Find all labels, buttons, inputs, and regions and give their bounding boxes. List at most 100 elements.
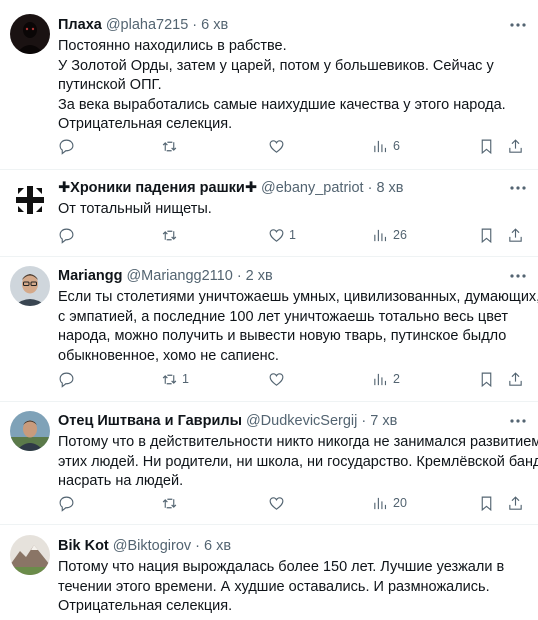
views-count: 20 xyxy=(393,496,407,510)
bookmark-icon xyxy=(481,496,492,511)
bookmark-icon xyxy=(481,372,492,387)
views-count: 6 xyxy=(393,139,400,153)
retweet-icon xyxy=(162,230,177,240)
retweet-count: 1 xyxy=(182,372,189,386)
separator-dot: · xyxy=(236,268,242,284)
views-button[interactable]: 2 xyxy=(372,369,400,389)
tweet[interactable]: ✚Хроники падения рашки✚ @ebany_patriot ·… xyxy=(0,170,538,257)
timestamp[interactable]: 7 хв xyxy=(370,412,397,430)
bookmark-icon xyxy=(481,228,492,243)
tweet-text: Потому что нация вырождалась более 150 л… xyxy=(58,558,504,617)
tweet[interactable]: Плаха @plaha7215 · 6 хв Постоянно находи… xyxy=(0,0,538,170)
more-options-icon[interactable] xyxy=(508,16,528,34)
avatar[interactable] xyxy=(10,535,50,575)
views-icon xyxy=(374,497,387,509)
heart-icon xyxy=(269,228,284,242)
tweet-text-line: народа, можно получить и вывести новую т… xyxy=(58,328,507,344)
separator-dot: · xyxy=(367,180,373,196)
more-options-icon[interactable] xyxy=(508,179,528,197)
tweet-text-line: насрать на людей. xyxy=(58,473,184,489)
separator-dot: · xyxy=(192,17,198,33)
share-icon xyxy=(509,371,522,386)
share-button[interactable] xyxy=(507,493,524,513)
retweet-button[interactable] xyxy=(161,225,182,245)
retweet-button[interactable] xyxy=(161,493,182,513)
like-button[interactable] xyxy=(268,369,289,389)
retweet-button[interactable] xyxy=(161,136,182,156)
tweet-text: Если ты столетиями уничтожаешь умных, ци… xyxy=(58,288,538,366)
author-handle[interactable]: @DudkevicSergij xyxy=(246,412,357,430)
tweet-text: Постоянно находились в рабстве. У Золото… xyxy=(58,37,506,135)
bookmark-icon xyxy=(481,139,492,154)
share-icon xyxy=(509,227,522,242)
like-button[interactable] xyxy=(268,493,289,513)
author-name[interactable]: ✚Хроники падения рашки✚ xyxy=(58,179,257,197)
views-button[interactable]: 6 xyxy=(372,136,400,156)
tweet-feed: Плаха @plaha7215 · 6 хв Постоянно находи… xyxy=(0,0,538,620)
separator-dot: · xyxy=(361,413,367,429)
tweet-text: От тотальный нищеты. xyxy=(58,200,504,220)
tweet[interactable]: Mariangg @Mariangg2110 · 2 хв Если ты ст… xyxy=(0,257,538,402)
views-count: 26 xyxy=(393,228,407,242)
retweet-icon xyxy=(162,141,177,151)
views-button[interactable]: 26 xyxy=(372,225,407,245)
tweet[interactable]: Bik Kot @Biktogirov · 6 хв Потому что на… xyxy=(0,525,538,620)
like-count: 1 xyxy=(289,228,296,242)
reply-button[interactable] xyxy=(58,369,79,389)
like-button[interactable] xyxy=(268,136,289,156)
tweet-text-line: течении этого времени. А худшие оставали… xyxy=(58,578,490,595)
reply-icon xyxy=(59,372,74,388)
avatar[interactable] xyxy=(10,180,50,220)
bookmark-button[interactable] xyxy=(478,136,495,156)
author-handle[interactable]: @Biktogirov xyxy=(113,537,191,555)
tweet-text-line: Отрицательная селекция. xyxy=(58,116,233,132)
author-name[interactable]: Bik Kot xyxy=(58,537,109,555)
timestamp[interactable]: 2 хв xyxy=(246,267,273,285)
tweet-text-line: Постоянно находились в рабстве. xyxy=(58,38,287,54)
avatar[interactable] xyxy=(10,411,50,451)
bookmark-button[interactable] xyxy=(478,369,495,389)
share-icon xyxy=(509,138,522,153)
tweet-text-line: с эмпатией, а последние 100 лет уничтожа… xyxy=(58,308,508,325)
tweet[interactable]: Отец Иштвана и Гаврилы @DudkevicSergij ·… xyxy=(0,402,538,525)
bookmark-button[interactable] xyxy=(478,493,495,513)
author-handle[interactable]: @Mariangg2110 xyxy=(126,267,232,285)
timestamp[interactable]: 8 хв xyxy=(376,179,403,197)
like-button[interactable]: 1 xyxy=(268,225,296,245)
more-options-icon[interactable] xyxy=(508,412,528,430)
timestamp[interactable]: 6 хв xyxy=(204,537,231,555)
tweet-text-line: За века выработались самые наихудшие кач… xyxy=(58,96,506,113)
more-options-icon[interactable] xyxy=(508,267,528,285)
timestamp[interactable]: 6 хв xyxy=(201,16,228,34)
reply-button[interactable] xyxy=(58,493,79,513)
tweet-text-line: У Золотой Орды, затем у царей, потом у б… xyxy=(58,57,494,74)
share-button[interactable] xyxy=(507,369,524,389)
reply-icon xyxy=(59,228,74,244)
retweet-icon xyxy=(162,374,177,384)
views-button[interactable]: 20 xyxy=(372,493,407,513)
tweet-text-line: Потому что нация вырождалась более 150 л… xyxy=(58,559,505,575)
heart-icon xyxy=(269,139,284,153)
retweet-button[interactable]: 1 xyxy=(161,369,189,389)
author-handle[interactable]: @ebany_patriot xyxy=(261,179,364,197)
reply-button[interactable] xyxy=(58,225,79,245)
bookmark-button[interactable] xyxy=(478,225,495,245)
author-handle[interactable]: @plaha7215 xyxy=(106,16,188,34)
reply-button[interactable] xyxy=(58,136,79,156)
tweet-text-line: этих людей. Ни родители, ни школа, ни го… xyxy=(58,453,538,470)
share-button[interactable] xyxy=(507,136,524,156)
tweet-text-line: От тотальный нищеты. xyxy=(58,201,212,217)
tweet-text-line: Отрицательная селекция. xyxy=(58,598,233,614)
share-icon xyxy=(509,495,522,510)
author-name[interactable]: Отец Иштвана и Гаврилы xyxy=(58,412,242,430)
tweet-text-line: Если ты столетиями уничтожаешь умных, ци… xyxy=(58,289,538,305)
avatar[interactable] xyxy=(10,14,50,54)
author-name[interactable]: Плаха xyxy=(58,16,102,34)
heart-icon xyxy=(269,372,284,386)
share-button[interactable] xyxy=(507,225,524,245)
separator-dot: · xyxy=(195,538,200,554)
avatar[interactable] xyxy=(10,266,50,306)
author-name[interactable]: Mariangg xyxy=(58,267,122,285)
reply-icon xyxy=(59,496,74,512)
tweet-text: Потому что в действительности никто нико… xyxy=(58,433,538,492)
